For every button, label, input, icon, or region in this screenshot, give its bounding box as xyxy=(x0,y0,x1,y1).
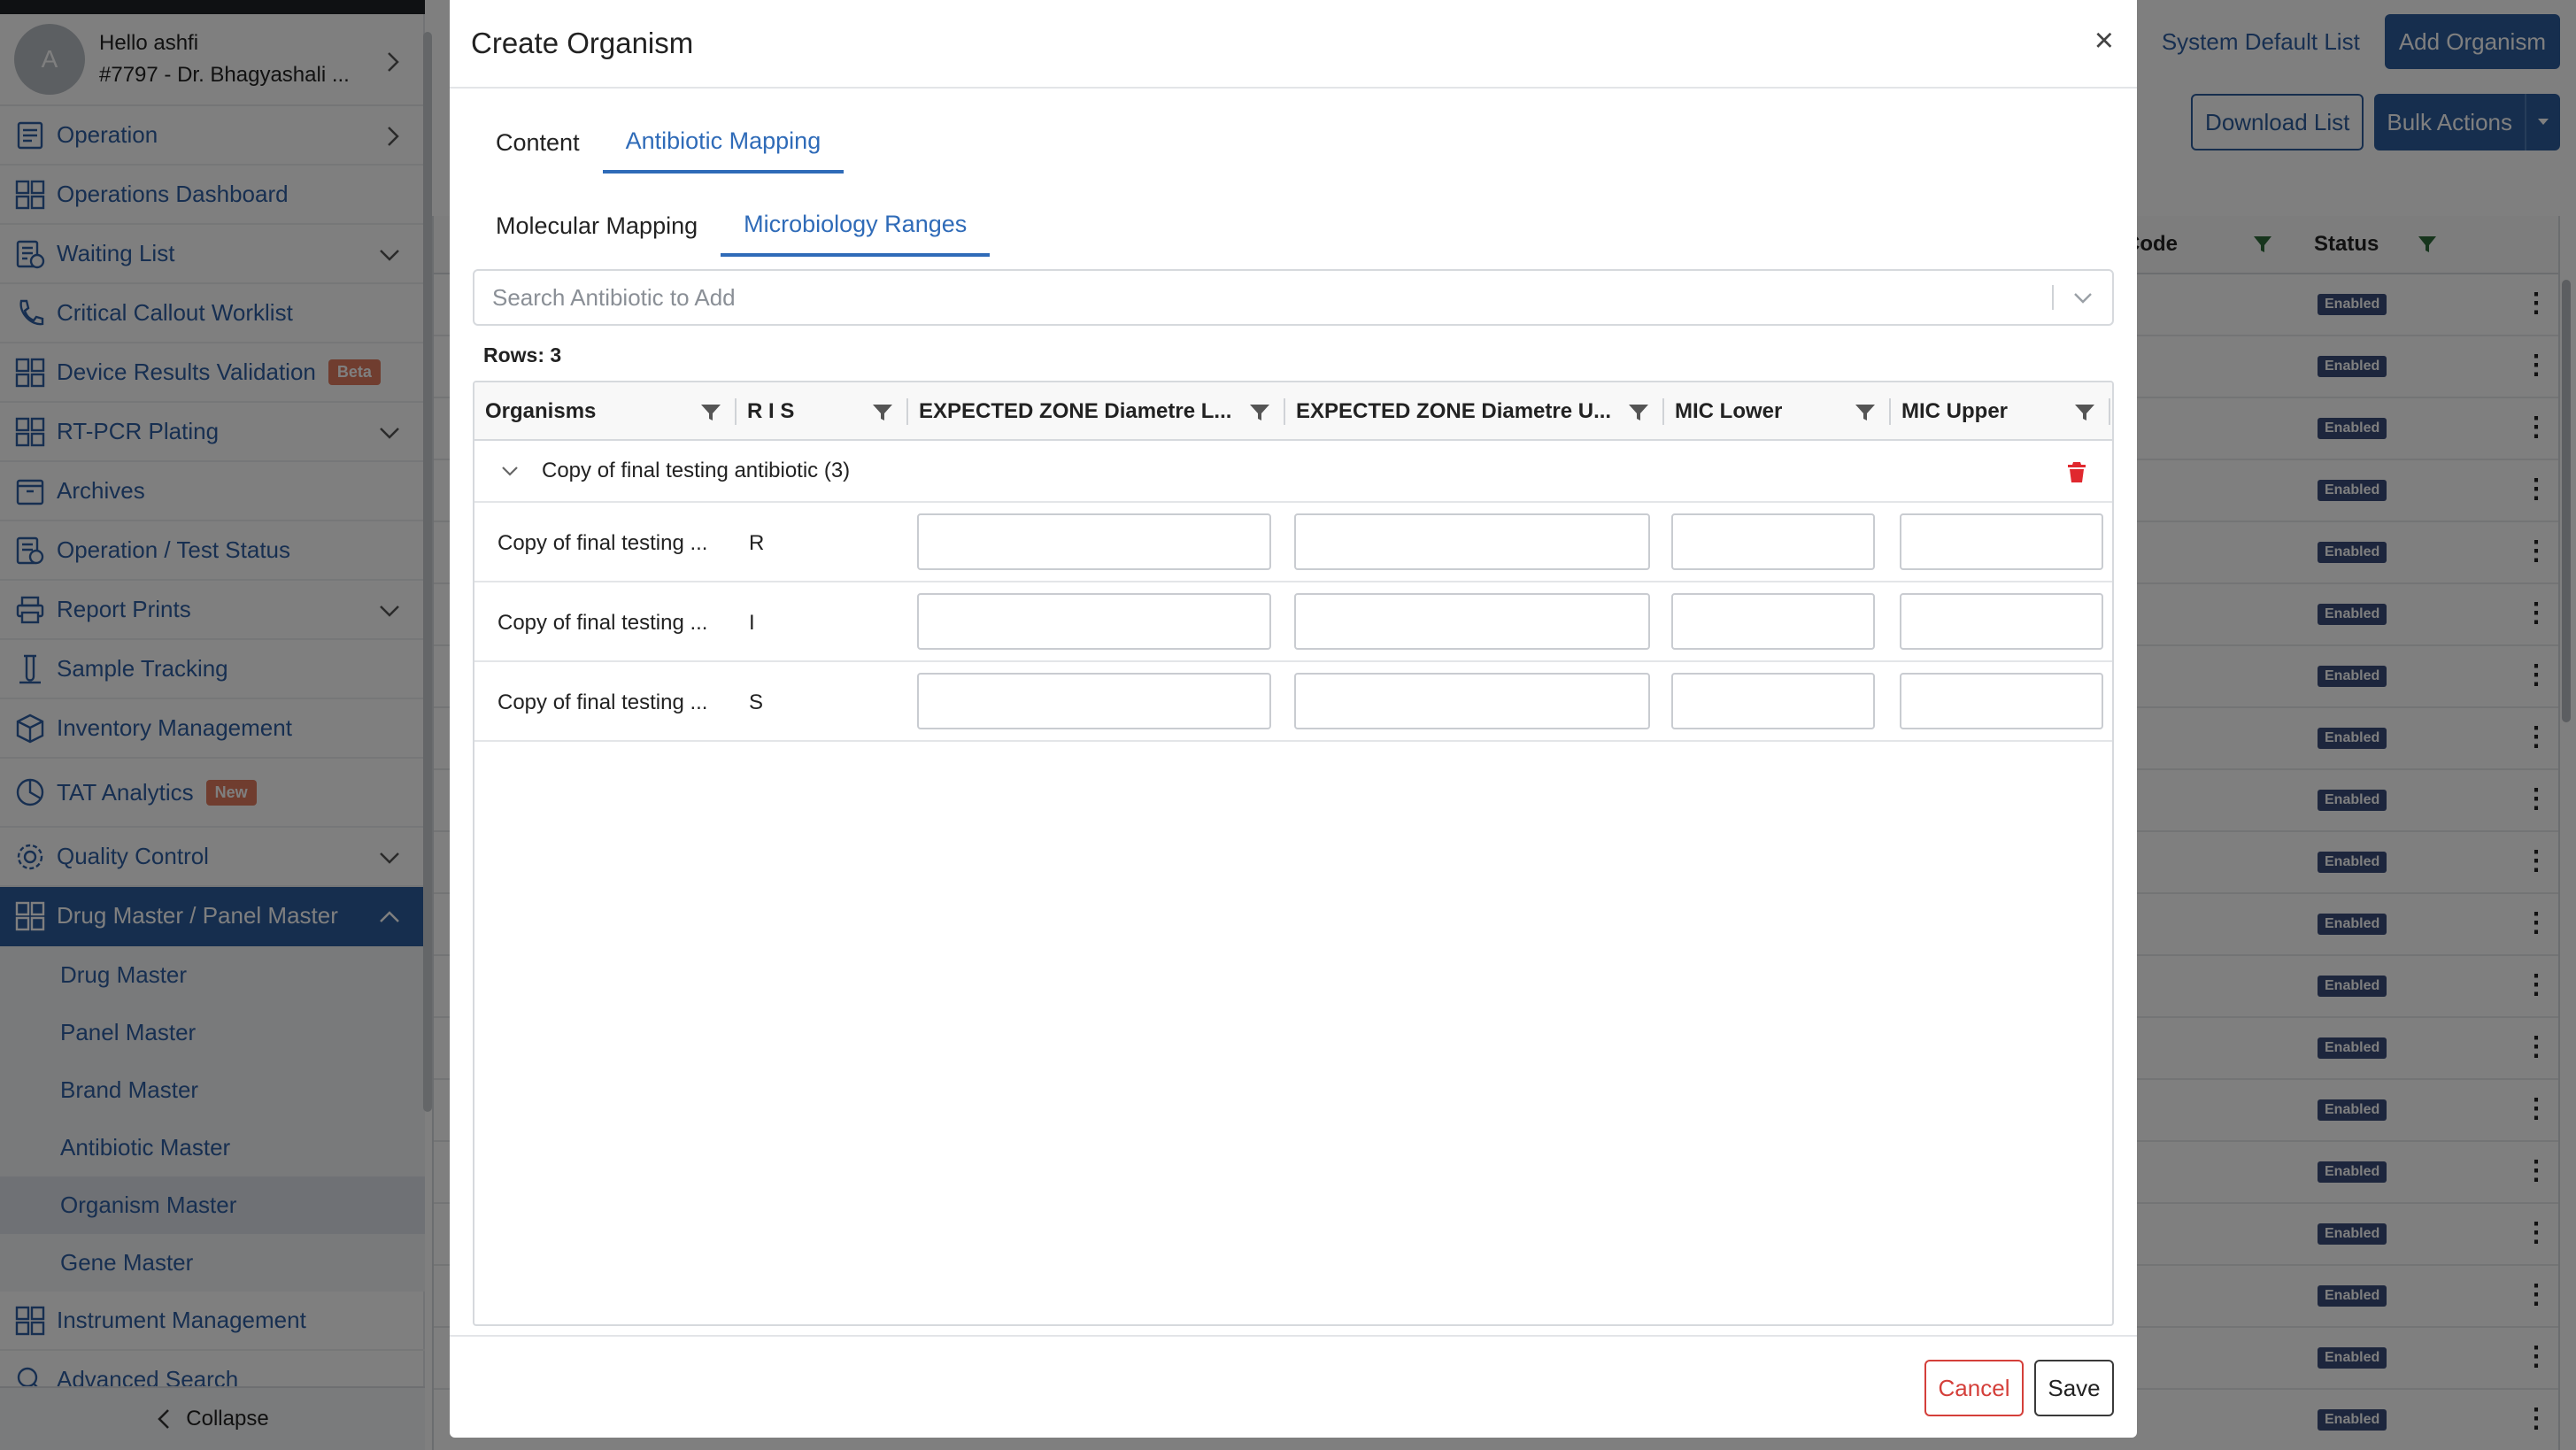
zone-upper-input[interactable] xyxy=(1294,673,1650,729)
chevron-down-icon[interactable] xyxy=(499,460,521,482)
column-header-zone-upper[interactable]: EXPECTED ZONE Diametre U... xyxy=(1285,382,1664,441)
modal-tabs: Content Antibiotic Mapping xyxy=(473,112,845,174)
create-organism-modal: Create Organism × Content Antibiotic Map… xyxy=(450,0,2137,1438)
mic-lower-input[interactable] xyxy=(1671,673,1875,729)
antibiotic-search-placeholder: Search Antibiotic to Add xyxy=(492,283,736,311)
cancel-button[interactable]: Cancel xyxy=(1924,1360,2024,1416)
column-header-label: EXPECTED ZONE Diametre U... xyxy=(1296,399,1612,423)
modal-footer: Cancel Save xyxy=(450,1335,2137,1438)
table-row: Copy of final testing ... S xyxy=(474,662,2112,742)
column-header-label: Organisms xyxy=(485,399,597,423)
column-divider[interactable] xyxy=(2109,398,2110,425)
column-header-label: MIC Upper xyxy=(1901,399,2008,423)
column-header-zone-lower[interactable]: EXPECTED ZONE Diametre L... xyxy=(908,382,1285,441)
grid-header: Organisms R I S EXPECTED ZONE Diametre L… xyxy=(474,382,2112,441)
zone-lower-input[interactable] xyxy=(917,513,1271,570)
filter-icon[interactable] xyxy=(2073,402,2096,423)
tab-antibiotic-mapping[interactable]: Antibiotic Mapping xyxy=(602,112,845,174)
modal-subtabs: Molecular Mapping Microbiology Ranges xyxy=(473,195,991,257)
ris-cell: R xyxy=(749,531,765,555)
close-icon[interactable]: × xyxy=(2094,23,2114,58)
zone-upper-input[interactable] xyxy=(1294,513,1650,570)
organism-cell: Copy of final testing ... xyxy=(497,611,708,635)
table-row: Copy of final testing ... I xyxy=(474,582,2112,662)
filter-icon[interactable] xyxy=(1854,402,1877,423)
mic-upper-input[interactable] xyxy=(1900,673,2103,729)
zone-upper-input[interactable] xyxy=(1294,593,1650,650)
table-row: Copy of final testing ... R xyxy=(474,503,2112,582)
save-button[interactable]: Save xyxy=(2034,1360,2114,1416)
column-header-label: R I S xyxy=(747,399,795,423)
filter-icon[interactable] xyxy=(1248,402,1271,423)
column-header-label: MIC Lower xyxy=(1675,399,1783,423)
zone-lower-input[interactable] xyxy=(917,593,1271,650)
column-header-organisms[interactable]: Organisms xyxy=(474,382,737,441)
organism-cell: Copy of final testing ... xyxy=(497,531,708,555)
tab-microbiology-ranges[interactable]: Microbiology Ranges xyxy=(721,195,991,257)
ris-cell: I xyxy=(749,611,755,635)
mic-lower-input[interactable] xyxy=(1671,593,1875,650)
chevron-down-icon[interactable] xyxy=(2071,286,2094,309)
mic-upper-input[interactable] xyxy=(1900,593,2103,650)
filter-icon[interactable] xyxy=(699,402,722,423)
select-separator xyxy=(2052,285,2054,310)
column-header-label: EXPECTED ZONE Diametre L... xyxy=(919,399,1232,423)
column-header-mic-lower[interactable]: MIC Lower xyxy=(1664,382,1891,441)
trash-icon[interactable] xyxy=(2066,460,2087,483)
mic-upper-input[interactable] xyxy=(1900,513,2103,570)
organism-cell: Copy of final testing ... xyxy=(497,690,708,714)
column-header-mic-upper[interactable]: MIC Upper xyxy=(1891,382,2110,441)
tab-content[interactable]: Content xyxy=(473,112,603,174)
column-header-ris[interactable]: R I S xyxy=(737,382,908,441)
modal-title: Create Organism xyxy=(471,27,694,59)
ris-cell: S xyxy=(749,690,764,714)
antibiotic-search-select[interactable]: Search Antibiotic to Add xyxy=(473,269,2114,326)
filter-icon[interactable] xyxy=(871,402,894,423)
microbiology-ranges-grid: Organisms R I S EXPECTED ZONE Diametre L… xyxy=(473,381,2114,1326)
zone-lower-input[interactable] xyxy=(917,673,1271,729)
tab-molecular-mapping[interactable]: Molecular Mapping xyxy=(473,195,721,257)
antibiotic-group-row[interactable]: Copy of final testing antibiotic (3) xyxy=(474,441,2112,503)
filter-icon[interactable] xyxy=(1627,402,1650,423)
rows-count: Rows: 3 xyxy=(483,343,562,366)
mic-lower-input[interactable] xyxy=(1671,513,1875,570)
modal-header: Create Organism × xyxy=(450,0,2137,89)
antibiotic-group-title: Copy of final testing antibiotic (3) xyxy=(542,459,851,482)
